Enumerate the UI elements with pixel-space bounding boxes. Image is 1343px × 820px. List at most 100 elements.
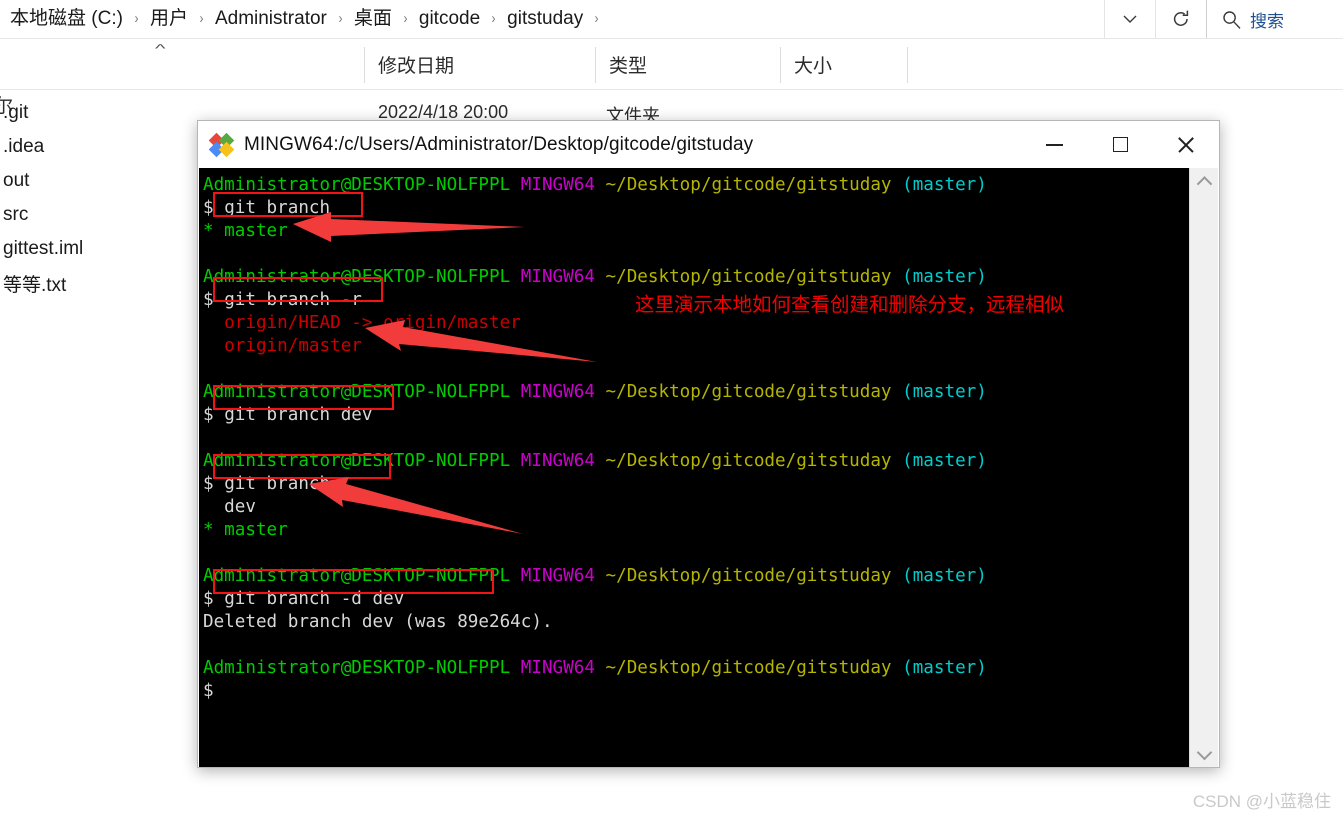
annotation-note: 这里演示本地如何查看创建和删除分支，远程相似 [635, 293, 1065, 316]
prompt-user-host: Administrator@DESKTOP-NOLFPPL [203, 566, 511, 586]
prompt-shell: MINGW64 [520, 658, 595, 678]
column-header-size[interactable]: 大小 [780, 39, 908, 89]
git-bash-icon [208, 132, 235, 157]
prompt-sigil: $ [203, 198, 214, 218]
screen: 本地磁盘 (C:) › 用户 › Administrator › 桌面 › gi… [0, 0, 1343, 820]
refresh-button[interactable] [1155, 0, 1206, 38]
refresh-icon [1173, 10, 1189, 26]
prompt-shell: MINGW64 [520, 175, 595, 195]
list-item[interactable]: out [0, 164, 200, 198]
chevron-up-icon [1196, 176, 1213, 192]
list-item[interactable]: gittest.iml [0, 232, 200, 266]
prompt-branch: (master) [902, 658, 987, 678]
prompt-path: ~/Desktop/gitcode/gitstuday [605, 566, 892, 586]
column-header-row: 尔 修改日期 类型 大小 [0, 39, 1343, 117]
file-name: out [3, 170, 30, 191]
chevron-down-icon [1123, 15, 1137, 23]
prompt-shell: MINGW64 [520, 267, 595, 287]
column-header-divider [0, 89, 1343, 90]
search-placeholder: 搜索 [1250, 11, 1284, 31]
prompt-branch: (master) [902, 566, 987, 586]
terminal-output-line: origin/master [203, 336, 362, 356]
scroll-up-button[interactable] [1190, 168, 1219, 197]
prompt-sigil: $ [203, 474, 214, 494]
breadcrumb-item-administrator[interactable]: Administrator [211, 0, 331, 38]
terminal-output-line: Deleted branch dev (was 89e264c). [203, 612, 553, 632]
file-name: .git [3, 102, 29, 123]
prompt-path: ~/Desktop/gitcode/gitstuday [605, 267, 892, 287]
breadcrumb-separator: › [403, 10, 408, 27]
terminal-output-line: * master [203, 520, 288, 540]
prompt-shell: MINGW64 [520, 451, 595, 471]
terminal-output-line: * master [203, 221, 288, 241]
minimize-icon [1045, 143, 1063, 146]
prompt-shell: MINGW64 [520, 382, 595, 402]
terminal-command: git branch [224, 474, 331, 494]
prompt-sigil: $ [203, 405, 214, 425]
prompt-sigil: $ [203, 681, 214, 701]
address-bar[interactable]: 本地磁盘 (C:) › 用户 › Administrator › 桌面 › gi… [0, 0, 1343, 38]
terminal-window[interactable]: MINGW64:/c/Users/Administrator/Desktop/g… [197, 120, 1220, 768]
prompt-user-host: Administrator@DESKTOP-NOLFPPL [203, 267, 511, 287]
prompt-sigil: $ [203, 290, 214, 310]
terminal-output-area[interactable]: Administrator@DESKTOP-NOLFPPL MINGW64 ~/… [199, 168, 1190, 767]
column-header-type[interactable]: 类型 [595, 39, 780, 89]
search-input[interactable]: 搜索 [1206, 0, 1343, 38]
column-divider[interactable] [907, 47, 908, 83]
prompt-path: ~/Desktop/gitcode/gitstuday [605, 175, 892, 195]
prompt-sigil: $ [203, 589, 214, 609]
breadcrumb[interactable]: 本地磁盘 (C:) › 用户 › Administrator › 桌面 › gi… [0, 0, 606, 38]
terminal-title: MINGW64:/c/Users/Administrator/Desktop/g… [244, 133, 754, 155]
prompt-path: ~/Desktop/gitcode/gitstuday [605, 658, 892, 678]
scroll-down-button[interactable] [1190, 738, 1219, 767]
terminal-scrollbar[interactable] [1189, 168, 1218, 767]
list-item[interactable]: 等等.txt [0, 266, 200, 300]
breadcrumb-item-drive[interactable]: 本地磁盘 (C:) [6, 0, 127, 38]
terminal-command: git branch dev [224, 405, 373, 425]
terminal-output-line: dev [203, 497, 256, 517]
file-name: .idea [3, 136, 45, 157]
terminal-title-bar[interactable]: MINGW64:/c/Users/Administrator/Desktop/g… [198, 121, 1219, 168]
file-name: src [3, 204, 29, 225]
terminal-command: git branch -d dev [224, 589, 405, 609]
watermark: CSDN @小蓝稳住 [1192, 792, 1331, 811]
close-button[interactable] [1153, 121, 1219, 168]
prompt-branch: (master) [902, 267, 987, 287]
chevron-down-icon [1196, 744, 1213, 761]
breadcrumb-item-gitstuday[interactable]: gitstuday [503, 0, 587, 38]
file-list[interactable]: .git .idea out src gittest.iml 等等.txt [0, 96, 200, 300]
breadcrumb-separator: › [338, 10, 343, 27]
close-icon [1176, 135, 1196, 155]
file-name: gittest.iml [3, 238, 84, 259]
prompt-user-host: Administrator@DESKTOP-NOLFPPL [203, 175, 511, 195]
prompt-branch: (master) [902, 451, 987, 471]
list-item[interactable]: .idea [0, 130, 200, 164]
prompt-branch: (master) [902, 382, 987, 402]
sort-indicator-icon: ^ [155, 41, 166, 55]
breadcrumb-separator: › [491, 10, 496, 27]
terminal-output-line: origin/HEAD -> origin/master [203, 313, 521, 333]
terminal-command: git branch -r [224, 290, 362, 310]
breadcrumb-item-users[interactable]: 用户 [146, 0, 192, 38]
breadcrumb-separator: › [594, 10, 599, 27]
breadcrumb-separator: › [134, 10, 139, 27]
address-history-dropdown[interactable] [1104, 0, 1155, 38]
prompt-user-host: Administrator@DESKTOP-NOLFPPL [203, 451, 511, 471]
prompt-user-host: Administrator@DESKTOP-NOLFPPL [203, 382, 511, 402]
terminal-text: Administrator@DESKTOP-NOLFPPL MINGW64 ~/… [203, 174, 987, 703]
maximize-icon [1112, 137, 1128, 152]
prompt-path: ~/Desktop/gitcode/gitstuday [605, 451, 892, 471]
file-name: 等等.txt [3, 274, 67, 296]
breadcrumb-item-gitcode[interactable]: gitcode [415, 0, 484, 38]
breadcrumb-item-desktop[interactable]: 桌面 [350, 0, 396, 38]
prompt-path: ~/Desktop/gitcode/gitstuday [605, 382, 892, 402]
maximize-button[interactable] [1087, 121, 1153, 168]
minimize-button[interactable] [1021, 121, 1087, 168]
prompt-shell: MINGW64 [520, 566, 595, 586]
window-controls[interactable] [1021, 121, 1219, 168]
column-header-modified[interactable]: 修改日期 [364, 39, 595, 89]
prompt-branch: (master) [902, 175, 987, 195]
list-item[interactable]: src [0, 198, 200, 232]
list-item[interactable]: .git [0, 96, 200, 130]
search-icon [1223, 10, 1241, 29]
